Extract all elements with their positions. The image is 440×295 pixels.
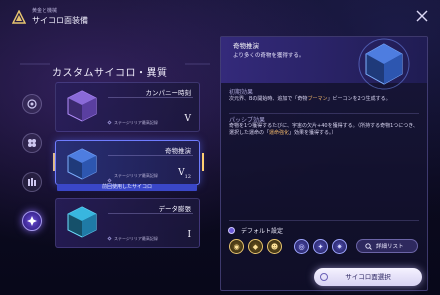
dice-card[interactable]: カンパニー時刻 ステージリリア最高記録 V xyxy=(55,82,200,132)
divider xyxy=(229,220,419,221)
select-dice-face-button[interactable]: サイコロ面選択 xyxy=(314,268,422,286)
passive-effect-text: 奇物を1つ獲得するたびに、宇宙の欠片+40を獲得する。（所持する奇物1つにつき、… xyxy=(229,123,421,137)
default-setting-radio[interactable] xyxy=(228,227,235,234)
divider xyxy=(108,213,193,214)
initial-text-part: 次元界、Bの開始時、追加で「奇物 xyxy=(229,96,308,102)
face-slot-3-icon[interactable]: ☻ xyxy=(267,239,282,254)
dice-card[interactable]: データ膨張 ステージリリア最高記録 I xyxy=(55,198,200,248)
dice-card-name: 奇物推演 xyxy=(165,147,191,155)
search-icon xyxy=(365,242,372,250)
select-dice-face-label: サイコロ面選択 xyxy=(345,273,391,281)
section-title: カスタムサイコロ・異質 xyxy=(52,68,168,79)
dice-card-selected[interactable]: 奇物推演 ステージリリア最高記録 V12 xyxy=(55,140,200,185)
diamond-icon xyxy=(107,236,112,241)
face-slot-1-icon[interactable]: ◉ xyxy=(229,239,244,254)
dice-card-tier: V12 xyxy=(178,168,191,180)
divider xyxy=(229,113,419,114)
face-slot-6-icon[interactable]: ✷ xyxy=(332,239,347,254)
face-slot-5-icon[interactable]: ✦ xyxy=(313,239,328,254)
divider xyxy=(108,155,193,156)
category-2-icon[interactable] xyxy=(22,133,42,153)
passive-text-highlight: 運命強化 xyxy=(269,130,290,136)
initial-text-part: 」ビーコンを2つ生成する。 xyxy=(327,96,391,102)
tier-numeral: I xyxy=(187,230,191,240)
dice-card-stage: ステージリリア最高記録 xyxy=(114,120,158,125)
category-3-icon[interactable] xyxy=(22,172,42,192)
dice-card-name: カンパニー時刻 xyxy=(145,89,192,97)
tier-subscript: 12 xyxy=(184,173,191,180)
divider xyxy=(108,97,193,98)
default-setting-label: デフォルト設定 xyxy=(241,228,284,235)
detail-list-button[interactable]: 詳細リスト xyxy=(356,239,418,253)
passive-text-part: 」効果を獲得する。） xyxy=(289,130,337,136)
face-slot-4-icon[interactable]: ◎ xyxy=(294,239,309,254)
close-icon[interactable] xyxy=(414,8,430,24)
selection-marker-right xyxy=(202,153,204,171)
last-used-label: 前回使用したサイコロ xyxy=(57,184,197,191)
category-1-icon[interactable] xyxy=(22,94,42,114)
logo-icon xyxy=(12,10,26,24)
dice-card-stage: ステージリリア最高記録 xyxy=(114,173,158,178)
category-4-icon[interactable] xyxy=(22,211,42,231)
dice-card-stage: ステージリリア最高記録 xyxy=(114,236,158,241)
breadcrumb-subtitle: 黄金と機械 xyxy=(32,8,58,14)
dice-card-name: データ膨張 xyxy=(158,205,192,213)
diamond-icon xyxy=(107,120,112,125)
initial-effect-heading: 初期効果 xyxy=(229,89,254,96)
detail-list-label: 詳細リスト xyxy=(376,244,404,250)
diamond-icon xyxy=(107,178,112,183)
detail-cube-icon xyxy=(358,38,410,90)
dice-cube-icon xyxy=(67,206,97,238)
dice-cube-icon xyxy=(67,90,97,122)
tier-numeral: V xyxy=(184,114,192,124)
page-title: サイコロ面装備 xyxy=(32,16,88,25)
dice-cube-icon xyxy=(67,148,97,180)
dice-card-tier: I xyxy=(187,230,191,242)
detail-name: 奇物推演 xyxy=(233,42,259,50)
face-slot-2-icon[interactable]: ◆ xyxy=(248,239,263,254)
detail-description: より多くの奇物を獲得する。 xyxy=(233,53,305,59)
initial-effect-text: 次元界、Bの開始時、追加で「奇物ブーマン」ビーコンを2つ生成する。 xyxy=(229,96,421,103)
button-glyph-icon xyxy=(320,273,328,281)
dice-card-tier: V xyxy=(185,114,192,126)
initial-text-highlight: ブーマン xyxy=(307,96,328,102)
top-bar: 黄金と機械 サイコロ面装備 xyxy=(0,0,440,34)
